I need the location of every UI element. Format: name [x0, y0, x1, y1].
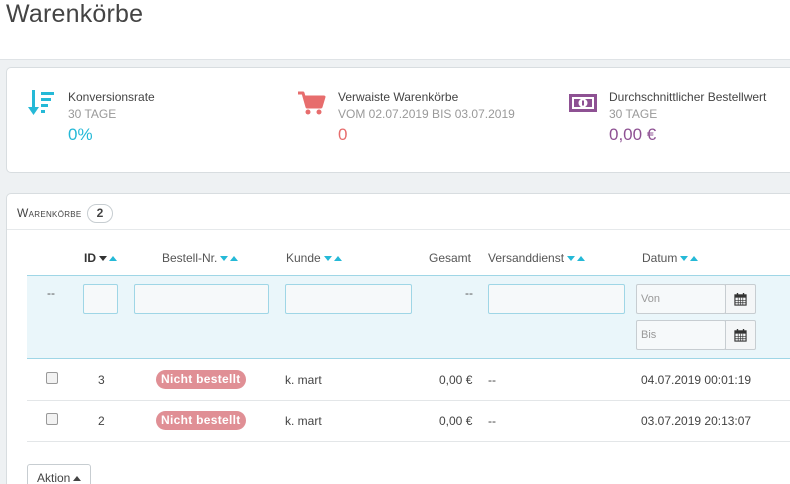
cell-customer: k. mart [285, 373, 322, 387]
sort-desc-icon[interactable] [680, 256, 689, 262]
filter-total-placeholder: -- [465, 286, 473, 300]
count-badge: 2 [86, 204, 114, 223]
column-label: Datum [642, 251, 678, 265]
sort-carets [567, 251, 586, 265]
calendar-icon [734, 329, 747, 342]
filter-order-number-input[interactable] [134, 284, 269, 314]
bulk-action-button[interactable]: Aktion [27, 464, 92, 484]
cell-date: 04.07.2019 00:01:19 [641, 373, 752, 387]
filter-date-from-input[interactable] [636, 284, 726, 314]
sort-asc-icon[interactable] [690, 256, 699, 262]
cell-total: 0,00 € [439, 414, 473, 428]
kpi-label: Verwaiste Warenkörbe [338, 90, 459, 104]
status-badge: Nicht bestellt [156, 411, 246, 430]
row-checkbox[interactable] [46, 372, 58, 384]
status-badge: Nicht bestellt [156, 370, 246, 389]
kpi-value: 0 [338, 125, 348, 144]
cell-customer: k. mart [285, 414, 322, 428]
filter-id-input[interactable] [83, 284, 118, 314]
sort-carets [99, 251, 117, 265]
filter-placeholder: -- [47, 286, 55, 300]
sort-asc-icon[interactable] [333, 256, 342, 262]
column-label: ID [84, 251, 96, 265]
cell-carrier: -- [488, 414, 496, 428]
sort-asc-icon[interactable] [109, 256, 117, 262]
caret-up-icon [73, 476, 82, 482]
cell-id: 3 [98, 373, 105, 387]
sort-amount-icon [28, 90, 54, 115]
bulk-action-label: Aktion [37, 471, 71, 484]
row-checkbox[interactable] [46, 413, 58, 425]
filter-carrier-input[interactable] [488, 284, 625, 314]
kpi-value: 0% [68, 125, 93, 144]
kpi-sublabel: VOM 02.07.2019 BIS 03.07.2019 [338, 107, 515, 121]
sort-desc-icon[interactable] [567, 256, 576, 262]
column-label: Kunde [286, 251, 321, 265]
kpi-label: Konversionsrate [68, 90, 155, 104]
column-label: Bestell-Nr. [162, 251, 218, 265]
sort-desc-icon[interactable] [323, 256, 332, 262]
money-icon [569, 94, 597, 112]
page-header: Warenkörbe [0, 0, 790, 60]
column-header-order-number[interactable]: Bestell-Nr. [162, 251, 239, 265]
filter-row: -- -- [27, 275, 790, 359]
sort-carets [220, 251, 239, 265]
cell-date: 03.07.2019 20:13:07 [641, 414, 752, 428]
filter-date-to-input[interactable] [636, 320, 726, 350]
panel-heading: Warenkörbe 2 [17, 204, 114, 223]
sort-desc-icon[interactable] [220, 256, 229, 262]
sort-carets [323, 251, 342, 265]
column-header-id[interactable]: ID [84, 251, 117, 265]
column-header-customer[interactable]: Kunde [286, 251, 342, 265]
column-label: Versanddienst [488, 251, 565, 265]
sort-asc-icon[interactable] [577, 256, 586, 262]
cell-total: 0,00 € [439, 373, 473, 387]
column-header-date[interactable]: Datum [642, 251, 699, 265]
cell-carrier: -- [488, 373, 496, 387]
date-from-picker-button[interactable] [725, 284, 756, 314]
page-title: Warenkörbe [6, 0, 144, 28]
shopping-cart-icon [298, 91, 326, 115]
filter-customer-input[interactable] [285, 284, 412, 314]
cell-id: 2 [98, 414, 105, 428]
kpi-sublabel: 30 TAGE [609, 107, 658, 121]
kpi-panel: Konversionsrate 30 TAGE 0% Verwaiste War… [6, 67, 790, 173]
sort-desc-icon[interactable] [99, 256, 107, 262]
date-to-picker-button[interactable] [725, 320, 756, 350]
column-header-carrier[interactable]: Versanddienst [488, 251, 586, 265]
kpi-label: Durchschnittlicher Bestellwert [609, 90, 767, 104]
column-label: Gesamt [429, 251, 472, 265]
carts-list-panel: Warenkörbe 2 ID Bestell-Nr. Kunde Gesamt … [6, 193, 790, 484]
sort-carets [680, 251, 699, 265]
calendar-icon [734, 293, 747, 306]
divider [7, 229, 790, 230]
panel-title: Warenkörbe [17, 206, 82, 220]
column-header-total: Gesamt [429, 251, 471, 265]
table-row[interactable]: 3 Nicht bestellt k. mart 0,00 € -- 04.07… [27, 360, 790, 401]
sort-asc-icon[interactable] [230, 256, 239, 262]
kpi-sublabel: 30 TAGE [68, 107, 117, 121]
kpi-value: 0,00 € [609, 125, 657, 144]
table-row[interactable]: 2 Nicht bestellt k. mart 0,00 € -- 03.07… [27, 401, 790, 442]
